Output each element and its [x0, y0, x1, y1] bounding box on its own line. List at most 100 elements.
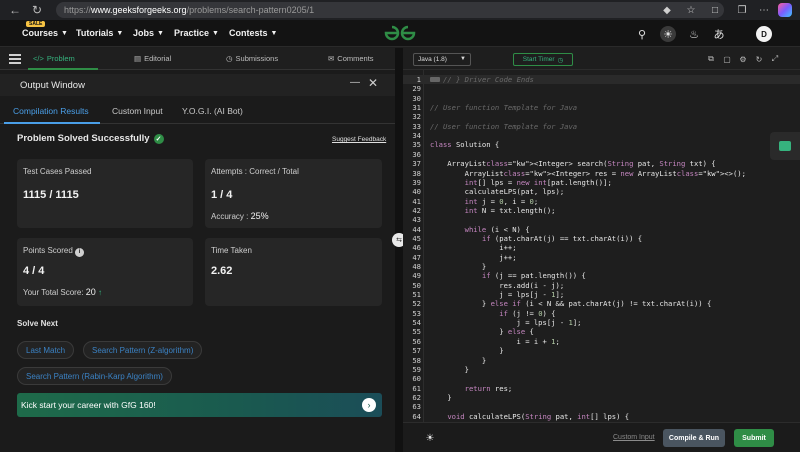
extensions-icon[interactable]: ⋯ — [757, 3, 771, 17]
tab-comments[interactable]: ✉ Comments — [328, 54, 374, 63]
fold-marker-icon[interactable] — [430, 77, 440, 82]
code-line[interactable]: 46 i++; — [403, 243, 800, 252]
code-line[interactable]: 50 res.add(i - j); — [403, 281, 800, 290]
sidebar-icon[interactable]: □ — [708, 3, 722, 17]
line-text: } — [430, 262, 487, 271]
code-line[interactable]: 62 } — [403, 393, 800, 402]
submit-button[interactable]: Submit — [734, 429, 774, 447]
code-line[interactable]: 63 — [403, 402, 800, 411]
gfg160-banner[interactable]: Kick start your career with GfG 160! › — [17, 393, 382, 417]
code-line[interactable]: 45 if (pat.charAt(j) == txt.charAt(i)) { — [403, 234, 800, 243]
menu-tutorials[interactable]: Tutorials ▼ — [76, 28, 123, 38]
code-line[interactable]: 61 return res; — [403, 384, 800, 393]
avatar[interactable]: D — [756, 26, 772, 42]
code-line[interactable]: 36 — [403, 150, 800, 159]
code-line[interactable]: 54 j = lps[j - 1]; — [403, 318, 800, 327]
code-line[interactable]: 59 } — [403, 365, 800, 374]
translate-icon[interactable]: あ — [711, 26, 727, 42]
suggest-feedback-link[interactable]: Suggest Feedback — [332, 136, 386, 143]
lightbulb-icon[interactable]: ☀ — [423, 431, 437, 445]
theme-toggle-icon[interactable]: ☀ — [660, 26, 676, 42]
line-number: 55 — [412, 327, 421, 337]
chat-widget-icon[interactable] — [770, 132, 800, 160]
menu-contests[interactable]: Contests ▼ — [229, 28, 277, 38]
chevron-down-icon: ▼ — [61, 29, 68, 37]
code-area[interactable]: 1 // } Driver Code Ends 29 30 31 // User func… — [403, 70, 800, 422]
code-line[interactable]: 34 — [403, 131, 800, 140]
copy-icon[interactable]: ⧉ — [705, 53, 717, 65]
solve-next-chip[interactable]: Last Match — [17, 341, 75, 359]
code-line[interactable]: 35 class Solution { — [403, 140, 800, 149]
tag-icon[interactable]: ◆ — [660, 3, 674, 17]
panel-splitter[interactable] — [395, 48, 403, 452]
problem-tabs: </> Problem ▤ Editorial ◷ Submissions ✉ Comm… — [0, 48, 395, 70]
reset-icon[interactable]: ↻ — [753, 53, 765, 65]
copilot-icon[interactable] — [778, 3, 792, 17]
code-line[interactable]: 52 } else if (i < N && pat.charAt(j) != … — [403, 299, 800, 308]
code-line[interactable]: 31 // User function Template for Java — [403, 103, 800, 112]
code-line[interactable]: 29 — [403, 84, 800, 93]
code-line[interactable]: 33 // User function Template for Java — [403, 122, 800, 131]
menu-practice[interactable]: Practice ▼ — [174, 28, 219, 38]
code-line[interactable]: 47 j++; — [403, 253, 800, 262]
tab-editorial[interactable]: ▤ Editorial — [134, 54, 171, 63]
code-line[interactable]: 1 // } Driver Code Ends — [403, 75, 800, 85]
chevron-right-icon[interactable]: › — [362, 398, 376, 412]
code-line[interactable]: 60 — [403, 374, 800, 383]
code-line[interactable]: 51 j = lps[j - 1]; — [403, 290, 800, 299]
gfg-logo-icon[interactable] — [383, 24, 417, 42]
custom-input-link[interactable]: Custom Input — [613, 434, 655, 441]
hamburger-menu-icon[interactable] — [9, 54, 21, 64]
tab-custom-input[interactable]: Custom Input — [112, 106, 163, 116]
expand-icon[interactable]: ⤢ — [769, 53, 781, 65]
menu-jobs[interactable]: Jobs ▼ — [133, 28, 164, 38]
tab-submissions[interactable]: ◷ Submissions — [226, 54, 278, 63]
code-line[interactable]: 55 } else { — [403, 327, 800, 336]
language-select[interactable]: Java (1.8) ▼ — [413, 53, 471, 66]
solve-next-chip[interactable]: Search Pattern (Rabin-Karp Algorithm) — [17, 367, 172, 385]
reload-icon[interactable]: ↻ — [28, 1, 46, 19]
solve-next-chip[interactable]: Search Pattern (Z-algorithm) — [83, 341, 203, 359]
menu-courses[interactable]: Courses ▼ — [22, 28, 68, 38]
close-icon[interactable]: ✕ — [368, 76, 378, 90]
compile-run-button[interactable]: Compile & Run — [663, 429, 725, 447]
code-line[interactable]: 40 calculateLPS(pat, lps); — [403, 187, 800, 196]
code-line[interactable]: 41 int j = 0, i = 0; — [403, 197, 800, 206]
code-line[interactable]: 49 if (j == pat.length()) { — [403, 271, 800, 280]
line-text: } — [430, 364, 469, 374]
tab-compilation-results[interactable]: Compilation Results — [13, 106, 89, 116]
code-line[interactable]: 42 int N = txt.length(); — [403, 206, 800, 215]
tabs-icon[interactable]: ❐ — [735, 3, 749, 17]
code-line[interactable]: 56 i = i + 1; — [403, 337, 800, 346]
info-icon[interactable]: i — [75, 247, 85, 257]
check-circle-icon: ✓ — [153, 133, 164, 144]
search-icon[interactable]: ⚲ — [634, 26, 650, 42]
fullscreen-icon[interactable]: ▢ — [721, 53, 733, 65]
address-bar[interactable]: https://www.geeksforgeeks.org/problems/s… — [56, 2, 724, 18]
line-text: j = lps[j - 1]; — [430, 318, 582, 328]
start-timer-button[interactable]: Start Timer ◷ — [513, 53, 573, 66]
test-cases-value: 1115 / 1115 — [23, 189, 79, 201]
solve-next-title: Solve Next — [17, 319, 58, 328]
code-line[interactable]: 43 — [403, 215, 800, 224]
star-icon[interactable]: ☆ — [684, 3, 698, 17]
code-line[interactable]: 37 ArrayListclass="kw"><Integer> search(… — [403, 159, 800, 168]
code-line[interactable]: 44 while (i < N) { — [403, 225, 800, 234]
code-line[interactable]: 32 — [403, 112, 800, 121]
active-tab-indicator — [28, 68, 98, 70]
minimize-icon[interactable]: — — [350, 77, 360, 88]
tab-problem[interactable]: </> Problem — [33, 54, 75, 63]
code-line[interactable]: 48 } — [403, 262, 800, 271]
line-number: 60 — [412, 374, 421, 384]
settings-gear-icon[interactable]: ⚙ — [737, 53, 749, 65]
code-line[interactable]: 64 void calculateLPS(String pat, int[] l… — [403, 412, 800, 421]
code-line[interactable]: 58 } — [403, 356, 800, 365]
code-line[interactable]: 30 — [403, 94, 800, 103]
code-line[interactable]: 57 } — [403, 346, 800, 355]
tab-yogi-bot[interactable]: Y.O.G.I. (AI Bot) — [182, 106, 243, 116]
bell-icon[interactable]: ♨ — [686, 26, 702, 42]
code-line[interactable]: 39 int[] lps = new int[pat.length()]; — [403, 178, 800, 187]
code-line[interactable]: 53 if (j != 0) { — [403, 309, 800, 318]
back-arrow-icon[interactable]: ← — [6, 1, 24, 19]
code-line[interactable]: 38 ArrayListclass="kw"><Integer> res = n… — [403, 169, 800, 178]
